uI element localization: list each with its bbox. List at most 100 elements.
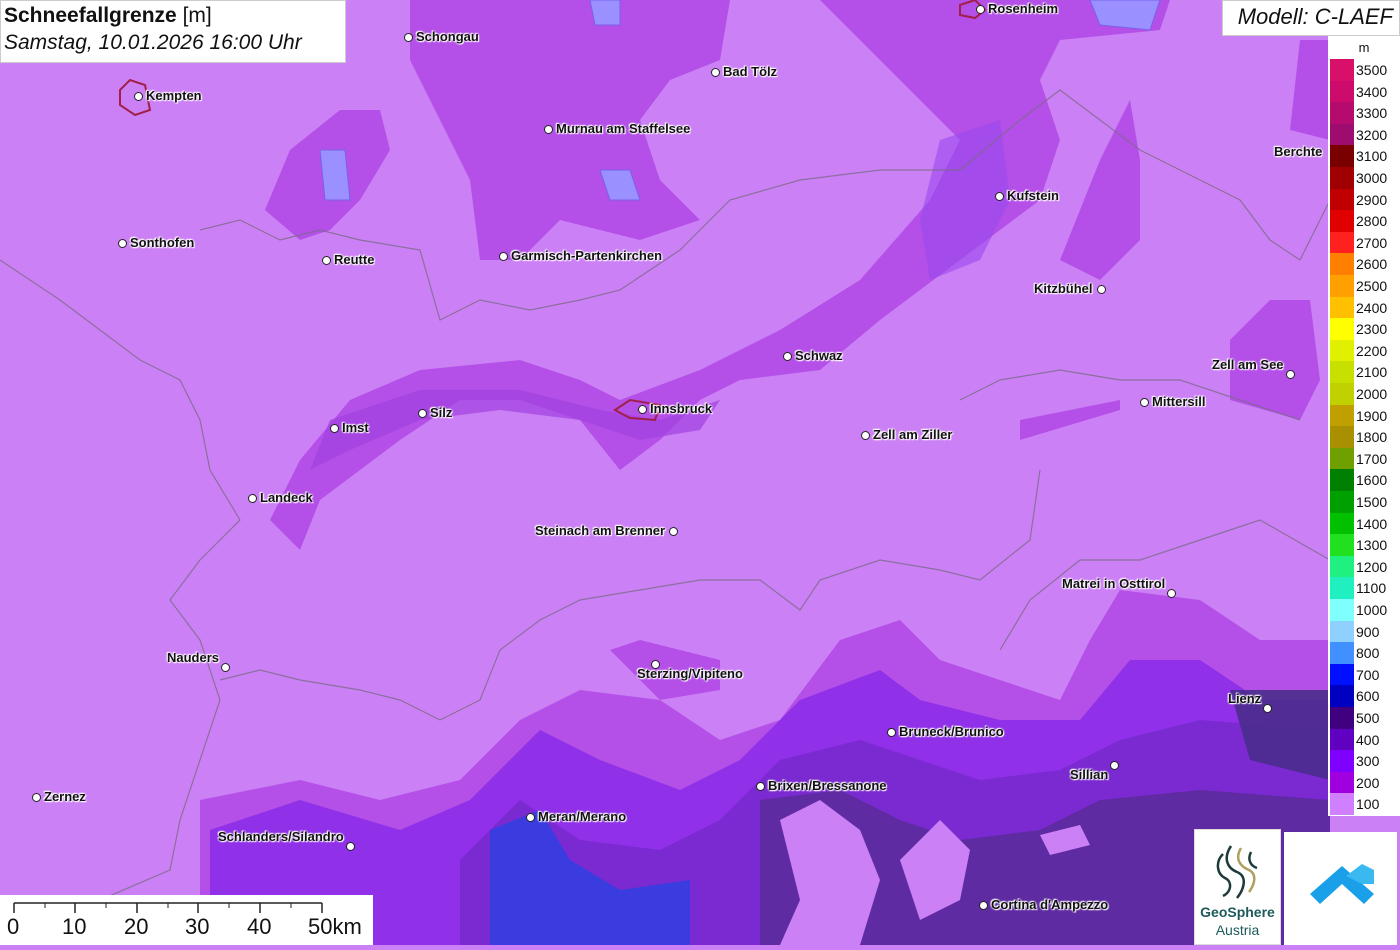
city-label-lienz: Lienz xyxy=(1228,691,1262,706)
city-label-brixen: Brixen/Bressanone xyxy=(768,778,887,793)
city-label-steinach: Steinach am Brenner xyxy=(535,523,666,538)
legend-swatch-2500 xyxy=(1330,275,1354,297)
geosphere-logo-line1: GeoSphere xyxy=(1200,904,1275,920)
city-label-murnau: Murnau am Staffelsee xyxy=(556,121,691,136)
legend-swatch-300 xyxy=(1330,750,1354,772)
legend-swatch-1200 xyxy=(1330,555,1354,578)
legend-label-3100: 3100 xyxy=(1356,148,1388,165)
city-label-bruneck: Bruneck/Brunico xyxy=(899,724,1004,739)
scale-label-0: 0 xyxy=(7,914,20,939)
legend-label-1300: 1300 xyxy=(1356,537,1388,554)
geosphere-mark-icon xyxy=(1216,845,1258,899)
weather-app-icon xyxy=(1310,864,1374,904)
legend-label-1900: 1900 xyxy=(1356,407,1388,424)
city-label-garmisch: Garmisch-Partenkirchen xyxy=(511,248,663,263)
legend-swatch-1600 xyxy=(1330,469,1354,491)
legend-label-200: 200 xyxy=(1356,774,1380,791)
legend-label-1000: 1000 xyxy=(1356,602,1388,618)
city-marker-kitzbuehel xyxy=(1097,285,1106,294)
legend-label-2700: 2700 xyxy=(1356,234,1388,251)
legend-swatch-800 xyxy=(1330,642,1354,664)
legend-label-300: 300 xyxy=(1356,753,1380,770)
weather-app-logo[interactable] xyxy=(1284,832,1397,945)
legend-swatch-1700 xyxy=(1330,447,1354,470)
legend-swatch-1100 xyxy=(1330,577,1354,599)
city-label-landeck: Landeck xyxy=(260,490,313,505)
legend-swatch-3000 xyxy=(1330,167,1354,189)
legend-swatch-1000 xyxy=(1330,599,1354,621)
legend-swatch-900 xyxy=(1330,620,1354,643)
legend-swatch-100 xyxy=(1330,793,1354,815)
legend-label-3400: 3400 xyxy=(1356,83,1388,100)
city-label-sonthofen: Sonthofen xyxy=(130,235,195,250)
lake-kochelsee xyxy=(589,0,621,26)
city-label-schongau: Schongau xyxy=(416,29,479,44)
city-label-kempten: Kempten xyxy=(146,88,202,103)
legend-label-1400: 1400 xyxy=(1356,515,1388,532)
city-marker-garmisch xyxy=(499,252,508,261)
legend-swatch-2200 xyxy=(1330,339,1354,362)
city-marker-kufstein xyxy=(995,192,1004,201)
legend-label-900: 900 xyxy=(1356,623,1380,640)
map-title-unit: [m] xyxy=(182,4,212,27)
legend-swatch-3400 xyxy=(1330,80,1354,103)
legend-swatch-2600 xyxy=(1330,253,1354,275)
model-label: Modell: C-LAEF xyxy=(1222,0,1400,36)
city-marker-schwaz xyxy=(783,352,792,361)
legend-swatch-1300 xyxy=(1330,534,1354,556)
legend-label-1700: 1700 xyxy=(1356,450,1388,467)
scale-label-20: 20 xyxy=(124,914,149,939)
city-label-schwaz: Schwaz xyxy=(795,348,843,363)
city-marker-cortina xyxy=(979,901,988,910)
city-label-sillian: Sillian xyxy=(1070,767,1109,782)
legend-swatch-3300 xyxy=(1330,102,1354,124)
legend-label-2800: 2800 xyxy=(1356,213,1388,230)
city-label-silz: Silz xyxy=(430,405,453,420)
legend-swatch-2700 xyxy=(1330,231,1354,254)
legend-label-700: 700 xyxy=(1356,666,1380,683)
legend-swatch-500 xyxy=(1330,707,1354,729)
legend-label-1100: 1100 xyxy=(1356,580,1387,597)
city-marker-bad-toelz xyxy=(711,68,720,77)
city-label-zell-am-ziller: Zell am Ziller xyxy=(873,427,953,442)
city-marker-mittersill xyxy=(1140,398,1149,407)
city-label-meran: Meran/Merano xyxy=(538,809,627,824)
city-label-reutte: Reutte xyxy=(334,252,375,267)
legend-label-1500: 1500 xyxy=(1356,494,1388,510)
legend-label-3000: 3000 xyxy=(1356,170,1388,186)
geosphere-logo-line2: Austria xyxy=(1215,922,1260,938)
city-marker-innsbruck xyxy=(638,405,647,414)
legend-label-1800: 1800 xyxy=(1356,429,1388,446)
geosphere-logo[interactable]: GeoSphere Austria xyxy=(1194,829,1281,945)
city-label-berchtesgaden: Berchte xyxy=(1274,144,1323,159)
legend-swatch-1900 xyxy=(1330,404,1354,427)
map-title-main: Schneefallgrenze xyxy=(4,4,177,27)
city-label-schlanders: Schlanders/Silandro xyxy=(218,829,344,844)
legend-label-800: 800 xyxy=(1356,645,1380,662)
city-label-zell-am-see: Zell am See xyxy=(1212,357,1284,372)
city-marker-zell-am-ziller xyxy=(861,431,870,440)
scale-label-50km: 50km xyxy=(308,914,362,939)
city-marker-sonthofen xyxy=(118,239,127,248)
legend-swatch-1800 xyxy=(1330,426,1354,448)
legend-swatch-400 xyxy=(1330,728,1354,751)
city-marker-schongau xyxy=(404,33,413,42)
legend-swatch-1500 xyxy=(1330,491,1354,513)
title-box: Schneefallgrenze [m] Samstag, 10.01.2026… xyxy=(0,0,346,63)
city-label-zernez: Zernez xyxy=(44,789,86,804)
city-label-imst: Imst xyxy=(342,420,369,435)
city-marker-imst xyxy=(330,424,339,433)
city-marker-nauders xyxy=(221,663,230,672)
city-marker-sillian xyxy=(1110,761,1119,770)
map-title: Schneefallgrenze [m] xyxy=(4,3,342,29)
city-label-kufstein: Kufstein xyxy=(1007,188,1059,203)
city-marker-meran xyxy=(526,813,535,822)
city-marker-murnau xyxy=(544,125,553,134)
city-marker-bruneck xyxy=(887,728,896,737)
legend-label-3500: 3500 xyxy=(1356,62,1388,78)
city-label-mittersill: Mittersill xyxy=(1152,394,1206,409)
city-marker-rosenheim xyxy=(976,5,985,14)
city-marker-zell-am-see xyxy=(1286,370,1295,379)
city-label-innsbruck: Innsbruck xyxy=(650,401,713,416)
city-marker-brixen xyxy=(756,782,765,791)
